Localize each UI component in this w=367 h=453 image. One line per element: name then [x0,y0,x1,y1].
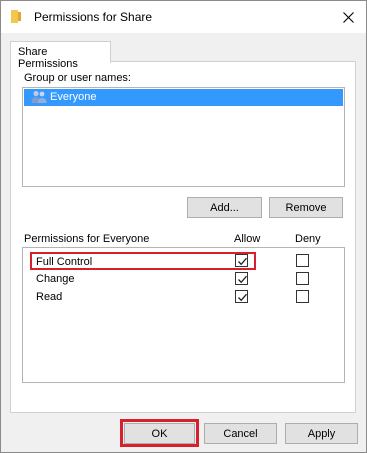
window-title: Permissions for Share [34,10,153,24]
user-list[interactable]: Everyone [22,87,345,187]
allow-read-checkbox[interactable] [235,290,248,303]
tab-share-permissions[interactable]: Share Permissions [10,41,111,70]
close-button[interactable] [331,1,366,33]
permission-name-read: Read [36,291,63,303]
group-names-label: Group or user names: [24,72,131,84]
deny-read-checkbox[interactable] [296,290,309,303]
permissions-dialog: Permissions for Share Share Permissions … [0,0,367,453]
full-control-highlight [30,252,256,270]
cancel-button[interactable]: Cancel [204,423,277,444]
deny-column-header: Deny [295,233,321,245]
title-bar[interactable]: Permissions for Share [1,1,366,33]
list-item-everyone[interactable]: Everyone [24,89,343,106]
user-name: Everyone [50,91,97,103]
allow-change-checkbox[interactable] [235,272,248,285]
deny-change-checkbox[interactable] [296,272,309,285]
apply-button[interactable]: Apply [285,423,358,444]
permissions-label: Permissions for Everyone [24,233,150,245]
close-icon [343,11,354,23]
allow-column-header: Allow [234,233,261,245]
add-button[interactable]: Add... [187,197,262,218]
deny-full-control-checkbox[interactable] [296,254,309,267]
tab-label: Share Permissions [18,46,78,70]
permission-name-change: Change [36,273,75,285]
remove-button[interactable]: Remove [269,197,343,218]
users-group-icon [31,90,47,104]
ok-button-highlight [120,419,199,447]
checkmark-icon [238,293,247,302]
folder-share-icon [11,10,21,23]
checkmark-icon [238,275,247,284]
